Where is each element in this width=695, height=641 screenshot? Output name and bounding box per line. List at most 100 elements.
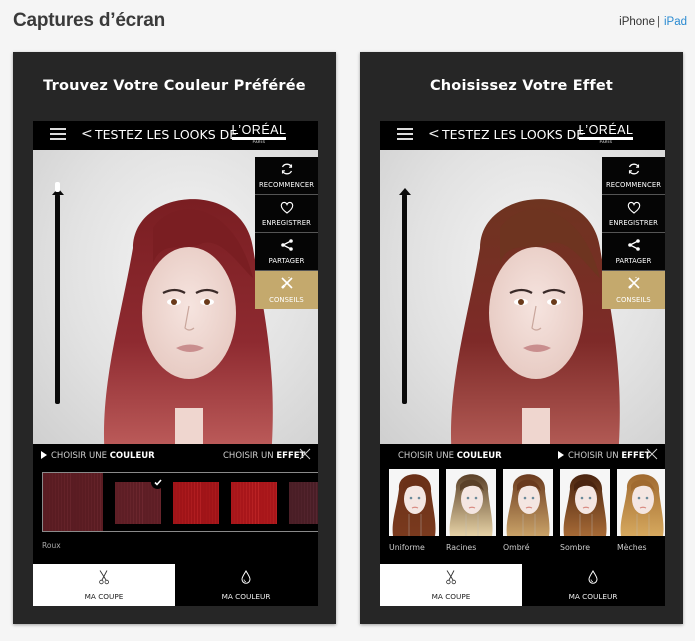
color-swatch[interactable] [231,482,277,524]
separator: | [656,16,660,28]
refresh-icon [255,161,318,177]
tools-icon [255,275,318,291]
enregistrer-label: ENREGISTRER [609,219,658,227]
logo-brand: L’ORÉAL [578,123,634,137]
refresh-icon [602,161,665,177]
effect-thumbnail [560,469,610,536]
choice-panel-header: CHOISIR UNE COULEUR CHOISIR UN EFFET [33,444,318,468]
logo-city: PARIS [252,140,266,144]
bottom-tab-ma-coupe[interactable]: MA COUPE [380,564,522,606]
bottom-tab-ma-couleur[interactable]: MA COULEUR [522,564,664,606]
tab-effect-prefix: CHOISIR UN [568,451,622,461]
phone-screen: < TESTEZ LES LOOKS DE L’ORÉAL PARIS RECO… [380,121,665,606]
model-portrait [450,168,620,444]
tab-choose-effect[interactable]: CHOISIR UN EFFET [223,451,305,461]
effect-row: Uniforme Racines Ombré Sombre Mèches [380,469,665,555]
hair-preview-photo: RECOMMENCER ENREGISTRER PARTAGER CONSEIL… [33,150,318,444]
effect-thumbnail [617,469,665,536]
tab-color-prefix: CHOISIR UNE [51,451,110,461]
effect-thumbnail [389,469,439,536]
page-header: Captures d’écran iPhone | iPad [0,0,695,44]
nav-title: TESTEZ LES LOOKS DE [95,127,238,142]
bottom-tab-label: MA COUPE [84,592,124,601]
effect-label: Mèches [617,543,647,552]
partager-button[interactable]: PARTAGER [255,233,318,271]
conseils-button[interactable]: CONSEILS [255,271,318,309]
conseils-button[interactable]: CONSEILS [602,271,665,309]
partager-label: PARTAGER [268,257,305,265]
effect-option-ombré[interactable]: Ombré [503,469,553,552]
effect-option-racines[interactable]: Racines [446,469,496,552]
hair-preview-photo: RECOMMENCER ENREGISTRER PARTAGER CONSEIL… [380,150,665,444]
effect-label: Racines [446,543,477,552]
chevron-left-icon[interactable]: < [428,126,440,142]
effect-option-uniforme[interactable]: Uniforme [389,469,439,552]
tab-effect-prefix: CHOISIR UN [223,451,277,461]
tools-icon [602,275,665,291]
effect-label: Uniforme [389,543,425,552]
nav-title: TESTEZ LES LOOKS DE [442,127,585,142]
slider-track [55,194,60,404]
arrow-up-icon [399,188,411,195]
loreal-logo: L’ORÉAL PARIS [231,124,287,146]
app-navbar: < TESTEZ LES LOOKS DE L’ORÉAL PARIS [380,121,665,148]
phone-screen: < TESTEZ LES LOOKS DE L’ORÉAL PARIS RECO… [33,121,318,606]
loreal-logo: L’ORÉAL PARIS [578,124,634,146]
tab-choose-color[interactable]: CHOISIR UNE COULEUR [398,451,502,461]
partager-button[interactable]: PARTAGER [602,233,665,271]
screenshot-card-1: Trouvez Votre Couleur Préférée < TESTEZ … [13,52,336,624]
close-icon[interactable] [646,448,658,460]
enregistrer-button[interactable]: ENREGISTRER [255,195,318,233]
conseils-label: CONSEILS [616,296,651,304]
bottom-tab-label: MA COULEUR [568,592,618,601]
ipad-link[interactable]: iPad [664,16,687,28]
bottom-tab-label: MA COULEUR [221,592,271,601]
close-icon[interactable] [299,448,311,460]
hamburger-icon[interactable] [50,128,66,140]
recommencer-button[interactable]: RECOMMENCER [602,157,665,195]
tab-color-bold: COULEUR [456,451,502,461]
partager-label: PARTAGER [615,257,652,265]
chevron-left-icon[interactable]: < [81,126,93,142]
heart-icon [602,199,665,215]
iphone-link[interactable]: iPhone [619,16,655,28]
app-navbar: < TESTEZ LES LOOKS DE L’ORÉAL PARIS [33,121,318,148]
scissors-icon [33,570,175,585]
share-icon [255,237,318,253]
side-action-bar: RECOMMENCER ENREGISTRER PARTAGER CONSEIL… [602,157,665,309]
color-family-label: Roux [42,541,61,550]
scissors-icon [380,570,522,585]
recommencer-button[interactable]: RECOMMENCER [255,157,318,195]
tab-color-prefix: CHOISIR UNE [398,451,457,461]
device-switch: iPhone | iPad [619,16,687,28]
effect-option-sombre[interactable]: Sombre [560,469,610,552]
active-tab-arrow-icon [558,451,564,459]
bottom-tab-ma-couleur[interactable]: MA COULEUR [175,564,317,606]
tab-choose-color[interactable]: CHOISIR UNE COULEUR [41,451,155,461]
slider-track [402,194,407,404]
hamburger-icon[interactable] [397,128,413,140]
bottom-tab-label: MA COUPE [431,592,471,601]
slider-thumb[interactable] [55,182,60,192]
bottom-tab-ma-coupe[interactable]: MA COUPE [33,564,175,606]
intensity-slider[interactable] [52,182,64,406]
color-swatch[interactable] [43,473,103,531]
effect-label: Sombre [560,543,591,552]
recommencer-label: RECOMMENCER [605,181,662,189]
effect-thumbnail [446,469,496,536]
conseils-label: CONSEILS [269,296,304,304]
choice-panel-header: CHOISIR UNE COULEUR CHOISIR UN EFFET [380,444,665,468]
intensity-slider[interactable] [399,186,411,406]
logo-city: PARIS [599,140,613,144]
enregistrer-button[interactable]: ENREGISTRER [602,195,665,233]
effect-label: Ombré [503,543,530,552]
heart-icon [255,199,318,215]
screenshot-caption: Choisissez Votre Effet [429,78,614,94]
active-tab-arrow-icon [41,451,47,459]
color-swatch[interactable] [289,482,318,524]
logo-brand: L’ORÉAL [231,123,287,137]
effect-thumbnail [503,469,553,536]
effect-option-mèches[interactable]: Mèches [617,469,665,552]
tab-choose-effect[interactable]: CHOISIR UN EFFET [558,451,650,461]
color-swatch[interactable] [173,482,219,524]
